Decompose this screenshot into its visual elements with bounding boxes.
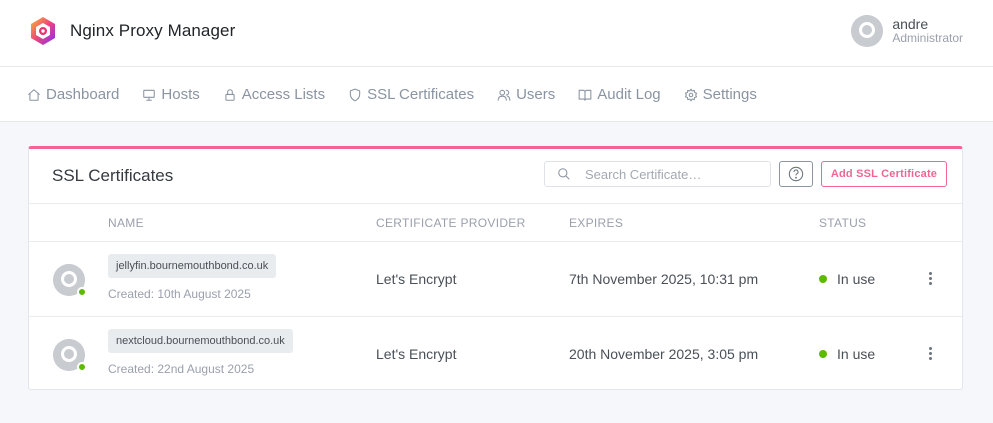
- status-dot: [819, 350, 827, 358]
- search-icon: [558, 168, 570, 180]
- certificate-provider: Let's Encrypt: [376, 346, 457, 362]
- expires-date: 20th November 2025, 3:05 pm: [569, 346, 759, 362]
- search-input[interactable]: [585, 166, 765, 182]
- column-header-expires[interactable]: EXPIRES: [569, 216, 623, 230]
- nav-ssl-certificates-label: SSL Certificates: [367, 86, 475, 103]
- brand[interactable]: Nginx Proxy Manager: [29, 16, 235, 46]
- status-label: In use: [837, 271, 876, 287]
- main-nav: Dashboard Hosts Access Lists SSL Certifi…: [0, 67, 993, 122]
- domain-tag: jellyfin.bournemouthbond.co.uk: [108, 254, 277, 278]
- owner-avatar: [53, 339, 87, 372]
- row-actions-menu-icon[interactable]: [921, 343, 939, 363]
- nav-settings-label: Settings: [702, 86, 757, 103]
- nginx-proxy-manager-logo: [31, 17, 55, 45]
- default-avatar-icon: [851, 15, 884, 47]
- row-actions-menu-icon[interactable]: [921, 268, 939, 288]
- home-icon: [28, 88, 40, 101]
- certificate-provider: Let's Encrypt: [376, 271, 457, 287]
- table-header: NAME CERTIFICATE PROVIDER EXPIRES STATUS: [29, 204, 962, 242]
- help-button[interactable]: [779, 161, 813, 187]
- user-role: Administrator: [892, 31, 963, 46]
- table-row: nextcloud.bournemouthbond.co.uk Created:…: [29, 317, 962, 392]
- status-label: In use: [837, 346, 876, 362]
- user-name: andre: [892, 16, 929, 33]
- nav-access-lists-label: Access Lists: [241, 86, 326, 103]
- column-header-name[interactable]: NAME: [108, 216, 144, 230]
- nav-audit-log[interactable]: Audit Log: [578, 86, 661, 103]
- book-icon: [578, 89, 592, 101]
- domain-tag: nextcloud.bournemouthbond.co.uk: [108, 329, 293, 353]
- help-icon: [788, 166, 804, 182]
- user-info: andre Administrator: [892, 16, 963, 46]
- table-row: jellyfin.bournemouthbond.co.uk Created: …: [29, 242, 962, 317]
- shield-icon: [349, 88, 361, 101]
- column-header-provider[interactable]: CERTIFICATE PROVIDER: [376, 216, 526, 230]
- nav-dashboard[interactable]: Dashboard: [27, 86, 119, 103]
- online-status-dot: [77, 362, 87, 372]
- nav-users[interactable]: Users: [497, 86, 555, 103]
- avatar[interactable]: [851, 15, 884, 47]
- nav-hosts-label: Hosts: [161, 86, 200, 103]
- nav-users-label: Users: [516, 86, 556, 103]
- gear-icon: [684, 88, 697, 101]
- ssl-certificates-card: SSL Certificates Add SSL Certificate NAM…: [28, 146, 963, 390]
- status-dot: [819, 275, 827, 283]
- add-ssl-certificate-button[interactable]: Add SSL Certificate: [821, 161, 947, 187]
- online-status-dot: [77, 287, 87, 297]
- app-title: Nginx Proxy Manager: [70, 21, 236, 40]
- column-header-status[interactable]: STATUS: [819, 216, 866, 230]
- nav-access-lists[interactable]: Access Lists: [223, 86, 325, 103]
- search-box[interactable]: [544, 161, 771, 187]
- created-date: Created: 10th August 2025: [108, 287, 251, 301]
- nav-settings[interactable]: Settings: [684, 86, 757, 103]
- nav-hosts[interactable]: Hosts: [142, 86, 200, 103]
- nav-ssl-certificates[interactable]: SSL Certificates: [348, 86, 474, 103]
- card-header: SSL Certificates Add SSL Certificate: [29, 149, 962, 204]
- nav-dashboard-label: Dashboard: [46, 86, 120, 103]
- user-menu[interactable]: andre Administrator: [851, 15, 963, 47]
- monitor-icon: [143, 89, 156, 101]
- page-title: SSL Certificates: [52, 166, 174, 185]
- status-badge: In use: [819, 271, 875, 287]
- created-date: Created: 22nd August 2025: [108, 362, 255, 376]
- lock-icon: [225, 88, 235, 101]
- nav-audit-log-label: Audit Log: [597, 86, 661, 103]
- users-icon: [497, 89, 511, 101]
- expires-date: 7th November 2025, 10:31 pm: [569, 271, 759, 287]
- status-badge: In use: [819, 346, 875, 362]
- top-header: Nginx Proxy Manager andre Administrator: [0, 0, 993, 67]
- owner-avatar: [53, 264, 87, 297]
